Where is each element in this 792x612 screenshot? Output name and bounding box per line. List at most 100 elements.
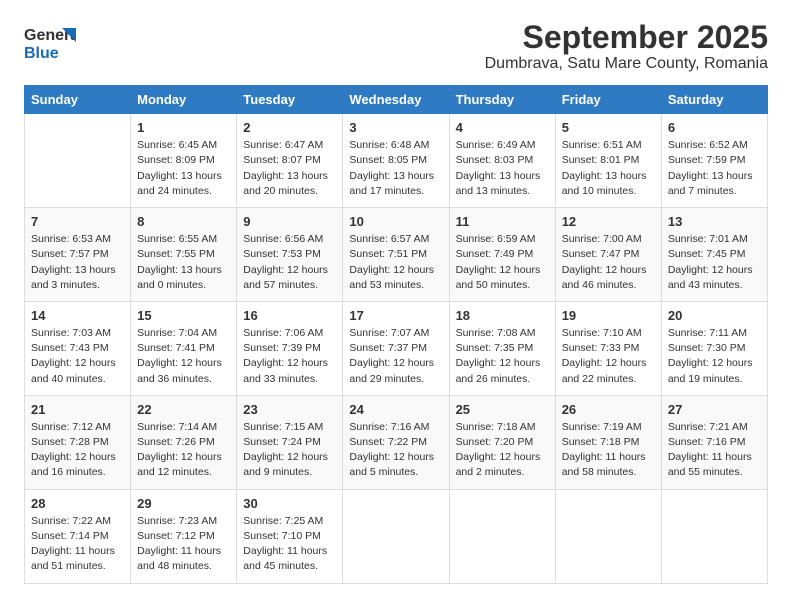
- day-info: Sunrise: 7:15 AM Sunset: 7:24 PM Dayligh…: [243, 420, 336, 481]
- svg-text:Blue: Blue: [24, 45, 59, 62]
- weekday-header-wednesday: Wednesday: [343, 86, 449, 114]
- day-number: 30: [243, 496, 336, 511]
- day-number: 3: [349, 120, 442, 135]
- calendar-cell: 6 Sunrise: 6:52 AM Sunset: 7:59 PM Daylig…: [661, 114, 767, 208]
- day-info: Sunrise: 6:47 AM Sunset: 8:07 PM Dayligh…: [243, 138, 336, 199]
- calendar-title-block: September 2025 Dumbrava, Satu Mare Count…: [485, 20, 768, 73]
- day-info: Sunrise: 6:51 AM Sunset: 8:01 PM Dayligh…: [562, 138, 655, 199]
- calendar-cell: [555, 489, 661, 583]
- day-info: Sunrise: 7:03 AM Sunset: 7:43 PM Dayligh…: [31, 326, 124, 387]
- calendar-cell: 8 Sunrise: 6:55 AM Sunset: 7:55 PM Daylig…: [131, 208, 237, 302]
- calendar-week-row: 1 Sunrise: 6:45 AM Sunset: 8:09 PM Daylig…: [25, 114, 768, 208]
- weekday-header-thursday: Thursday: [449, 86, 555, 114]
- day-number: 28: [31, 496, 124, 511]
- day-info: Sunrise: 7:14 AM Sunset: 7:26 PM Dayligh…: [137, 420, 230, 481]
- calendar-cell: 4Sunrise: 6:49 AM Sunset: 8:03 PM Daylig…: [449, 114, 555, 208]
- page-header: General Blue September 2025 Dumbrava, Sa…: [24, 20, 768, 73]
- logo-icon: General Blue: [24, 20, 76, 64]
- calendar-cell: 5 Sunrise: 6:51 AM Sunset: 8:01 PM Daylig…: [555, 114, 661, 208]
- calendar-cell: 24 Sunrise: 7:16 AM Sunset: 7:22 PM Dayli…: [343, 395, 449, 489]
- day-number: 17: [349, 308, 442, 323]
- calendar-cell: 11Sunrise: 6:59 AM Sunset: 7:49 PM Dayli…: [449, 208, 555, 302]
- day-info: Sunrise: 6:53 AM Sunset: 7:57 PM Dayligh…: [31, 232, 124, 293]
- calendar-cell: [343, 489, 449, 583]
- calendar-cell: 21 Sunrise: 7:12 AM Sunset: 7:28 PM Dayli…: [25, 395, 131, 489]
- day-number: 24: [349, 402, 442, 417]
- calendar-cell: 28 Sunrise: 7:22 AM Sunset: 7:14 PM Dayli…: [25, 489, 131, 583]
- calendar-cell: 29 Sunrise: 7:23 AM Sunset: 7:12 PM Dayli…: [131, 489, 237, 583]
- day-info: Sunrise: 7:12 AM Sunset: 7:28 PM Dayligh…: [31, 420, 124, 481]
- calendar-cell: 2 Sunrise: 6:47 AM Sunset: 8:07 PM Daylig…: [237, 114, 343, 208]
- day-number: 7: [31, 214, 124, 229]
- day-number: 1: [137, 120, 230, 135]
- calendar-cell: 25 Sunrise: 7:18 AM Sunset: 7:20 PM Dayli…: [449, 395, 555, 489]
- day-info: Sunrise: 7:00 AM Sunset: 7:47 PM Dayligh…: [562, 232, 655, 293]
- day-number: 14: [31, 308, 124, 323]
- day-info: Sunrise: 7:06 AM Sunset: 7:39 PM Dayligh…: [243, 326, 336, 387]
- day-number: 6: [668, 120, 761, 135]
- calendar-cell: 16Sunrise: 7:06 AM Sunset: 7:39 PM Dayli…: [237, 301, 343, 395]
- calendar-cell: 12 Sunrise: 7:00 AM Sunset: 7:47 PM Dayli…: [555, 208, 661, 302]
- day-info: Sunrise: 7:04 AM Sunset: 7:41 PM Dayligh…: [137, 326, 230, 387]
- calendar-cell: [449, 489, 555, 583]
- calendar-cell: 26Sunrise: 7:19 AM Sunset: 7:18 PM Dayli…: [555, 395, 661, 489]
- calendar-month-year: September 2025: [485, 20, 768, 55]
- day-info: Sunrise: 7:21 AM Sunset: 7:16 PM Dayligh…: [668, 420, 761, 481]
- calendar-cell: 20Sunrise: 7:11 AM Sunset: 7:30 PM Dayli…: [661, 301, 767, 395]
- calendar-cell: 30 Sunrise: 7:25 AM Sunset: 7:10 PM Dayli…: [237, 489, 343, 583]
- calendar-week-row: 21 Sunrise: 7:12 AM Sunset: 7:28 PM Dayli…: [25, 395, 768, 489]
- day-info: Sunrise: 7:25 AM Sunset: 7:10 PM Dayligh…: [243, 514, 336, 575]
- day-info: Sunrise: 7:16 AM Sunset: 7:22 PM Dayligh…: [349, 420, 442, 481]
- day-number: 26: [562, 402, 655, 417]
- day-info: Sunrise: 7:18 AM Sunset: 7:20 PM Dayligh…: [456, 420, 549, 481]
- day-number: 13: [668, 214, 761, 229]
- weekday-header-saturday: Saturday: [661, 86, 767, 114]
- day-number: 4: [456, 120, 549, 135]
- calendar-cell: 9Sunrise: 6:56 AM Sunset: 7:53 PM Daylig…: [237, 208, 343, 302]
- day-number: 23: [243, 402, 336, 417]
- day-number: 10: [349, 214, 442, 229]
- calendar-location: Dumbrava, Satu Mare County, Romania: [485, 55, 768, 73]
- calendar-cell: 18 Sunrise: 7:08 AM Sunset: 7:35 PM Dayli…: [449, 301, 555, 395]
- logo: General Blue: [24, 20, 76, 64]
- calendar-cell: [661, 489, 767, 583]
- day-number: 18: [456, 308, 549, 323]
- day-number: 8: [137, 214, 230, 229]
- day-info: Sunrise: 7:11 AM Sunset: 7:30 PM Dayligh…: [668, 326, 761, 387]
- calendar-cell: 15 Sunrise: 7:04 AM Sunset: 7:41 PM Dayli…: [131, 301, 237, 395]
- calendar-cell: 1 Sunrise: 6:45 AM Sunset: 8:09 PM Daylig…: [131, 114, 237, 208]
- day-number: 22: [137, 402, 230, 417]
- day-number: 9: [243, 214, 336, 229]
- day-info: Sunrise: 7:01 AM Sunset: 7:45 PM Dayligh…: [668, 232, 761, 293]
- weekday-header-sunday: Sunday: [25, 86, 131, 114]
- weekday-header-friday: Friday: [555, 86, 661, 114]
- day-info: Sunrise: 7:08 AM Sunset: 7:35 PM Dayligh…: [456, 326, 549, 387]
- day-info: Sunrise: 6:45 AM Sunset: 8:09 PM Dayligh…: [137, 138, 230, 199]
- day-info: Sunrise: 7:07 AM Sunset: 7:37 PM Dayligh…: [349, 326, 442, 387]
- calendar-cell: 17 Sunrise: 7:07 AM Sunset: 7:37 PM Dayli…: [343, 301, 449, 395]
- calendar-cell: 23 Sunrise: 7:15 AM Sunset: 7:24 PM Dayli…: [237, 395, 343, 489]
- day-info: Sunrise: 7:23 AM Sunset: 7:12 PM Dayligh…: [137, 514, 230, 575]
- day-info: Sunrise: 6:52 AM Sunset: 7:59 PM Dayligh…: [668, 138, 761, 199]
- day-number: 29: [137, 496, 230, 511]
- weekday-header-row: SundayMondayTuesdayWednesdayThursdayFrid…: [25, 86, 768, 114]
- day-info: Sunrise: 6:57 AM Sunset: 7:51 PM Dayligh…: [349, 232, 442, 293]
- day-number: 5: [562, 120, 655, 135]
- calendar-week-row: 14 Sunrise: 7:03 AM Sunset: 7:43 PM Dayli…: [25, 301, 768, 395]
- calendar-cell: 14 Sunrise: 7:03 AM Sunset: 7:43 PM Dayli…: [25, 301, 131, 395]
- day-info: Sunrise: 6:55 AM Sunset: 7:55 PM Dayligh…: [137, 232, 230, 293]
- calendar-week-row: 7 Sunrise: 6:53 AM Sunset: 7:57 PM Daylig…: [25, 208, 768, 302]
- day-number: 27: [668, 402, 761, 417]
- day-number: 15: [137, 308, 230, 323]
- calendar-cell: 3Sunrise: 6:48 AM Sunset: 8:05 PM Daylig…: [343, 114, 449, 208]
- calendar-cell: 22 Sunrise: 7:14 AM Sunset: 7:26 PM Dayli…: [131, 395, 237, 489]
- calendar-cell: 27 Sunrise: 7:21 AM Sunset: 7:16 PM Dayli…: [661, 395, 767, 489]
- day-info: Sunrise: 7:22 AM Sunset: 7:14 PM Dayligh…: [31, 514, 124, 575]
- day-number: 12: [562, 214, 655, 229]
- day-number: 2: [243, 120, 336, 135]
- day-number: 19: [562, 308, 655, 323]
- calendar-table: SundayMondayTuesdayWednesdayThursdayFrid…: [24, 85, 768, 583]
- day-number: 21: [31, 402, 124, 417]
- day-number: 11: [456, 214, 549, 229]
- day-number: 25: [456, 402, 549, 417]
